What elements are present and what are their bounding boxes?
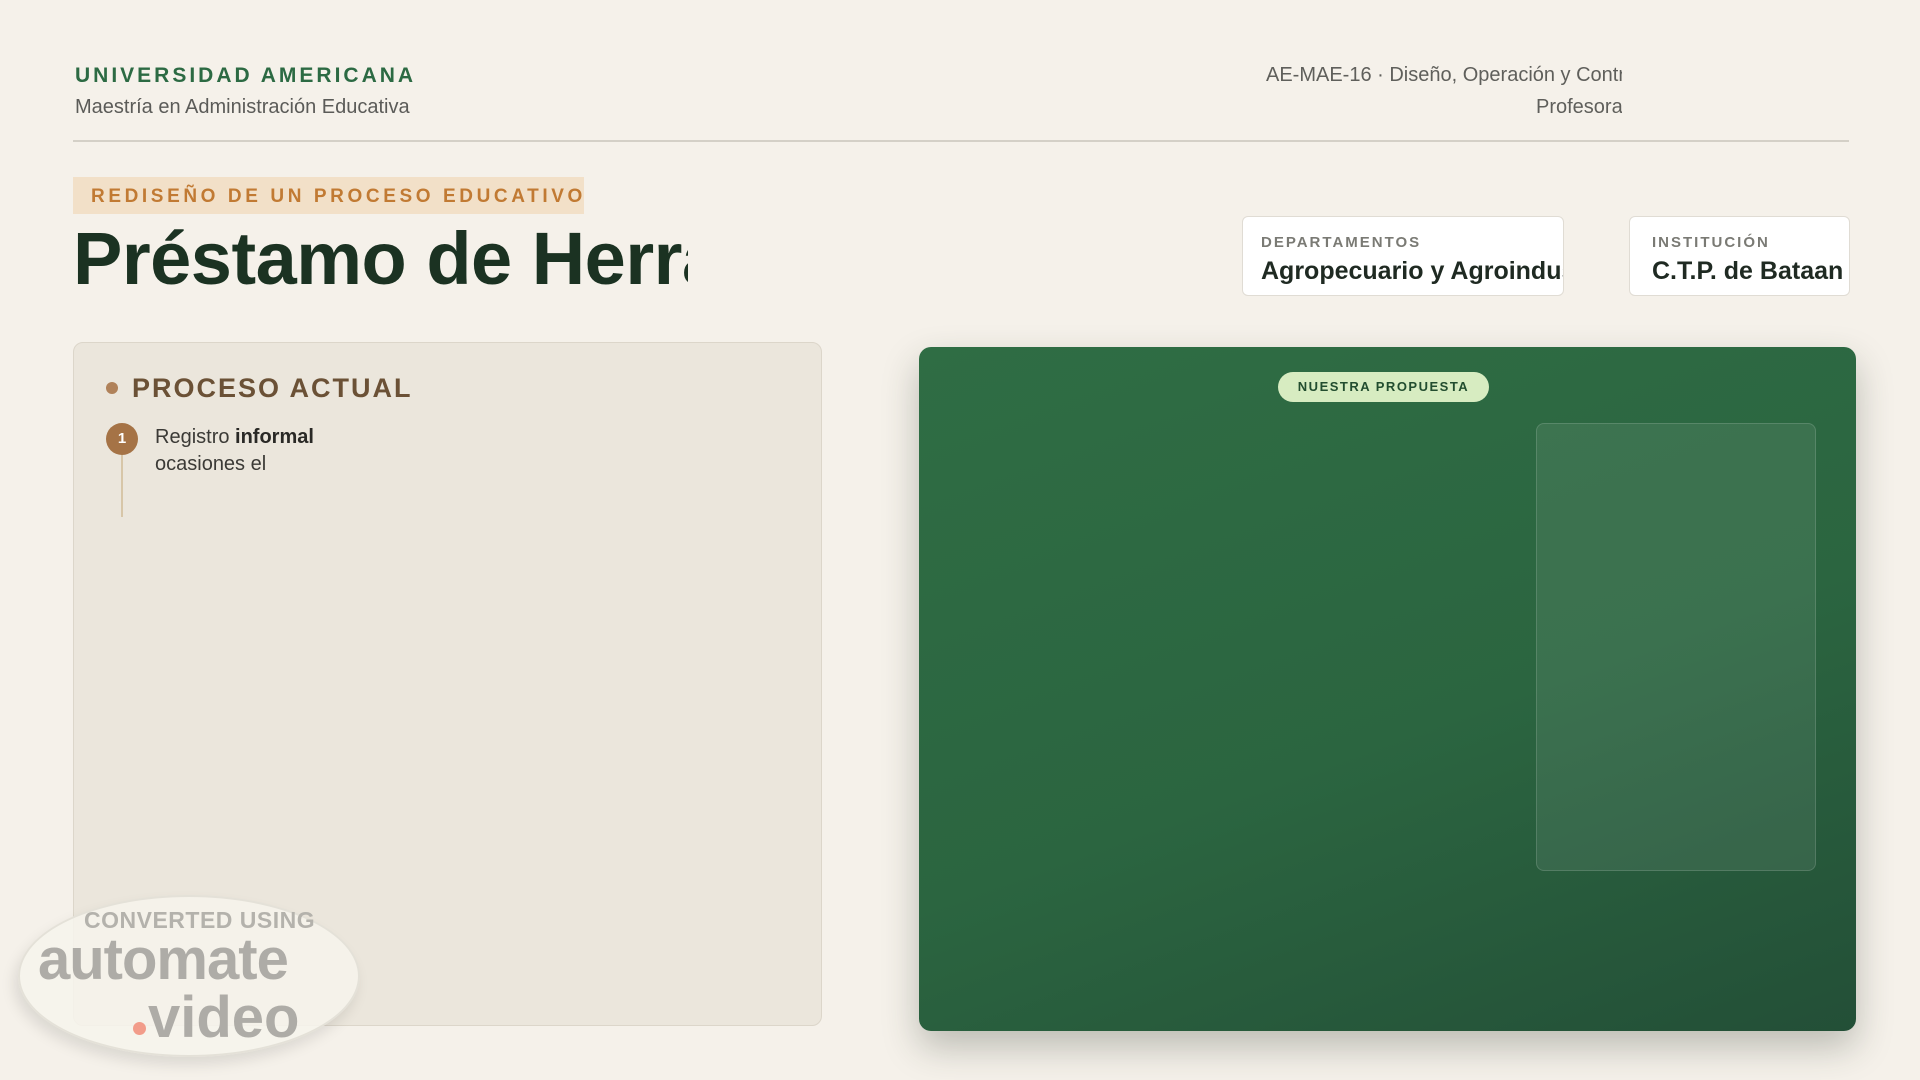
step-connector-line — [121, 455, 123, 517]
program-name: Maestría en Administración Educativa — [75, 96, 410, 118]
section-kicker: REDISEÑO DE UN PROCESO EDUCATIVO — [73, 177, 584, 214]
proposal-inner-panel — [1536, 423, 1816, 871]
watermark-dot-icon — [133, 1022, 146, 1035]
step-number-badge: 1 — [106, 423, 138, 455]
current-process-title: PROCESO ACTUAL — [132, 373, 413, 403]
header-divider — [73, 140, 1849, 142]
step-description: Registro informal ocasiones el equipo — [155, 424, 316, 480]
proposal-badge: NUESTRA PROPUESTA — [1278, 372, 1489, 402]
course-code: AE-MAE-16 · Diseño, Operación y Control — [1266, 64, 1622, 86]
watermark-video-text: video — [148, 985, 300, 1050]
departments-card: DEPARTAMENTOS Agropecuario y Agroindustr… — [1242, 216, 1564, 296]
step-text-prefix: Registro — [155, 426, 236, 448]
departments-label: DEPARTAMENTOS — [1261, 234, 1422, 251]
departments-value: Agropecuario y Agroindustria — [1261, 257, 1563, 285]
professor-label: Profesora — [1536, 96, 1622, 118]
page-title: Préstamo de Herramientas — [73, 217, 688, 300]
institution-label: INSTITUCIÓN — [1652, 234, 1770, 251]
step-text-bold: informal — [235, 426, 314, 448]
university-name: UNIVERSIDAD AMERICANA — [75, 64, 417, 87]
step-text-rest: ocasiones el equipo — [155, 453, 267, 475]
watermark-automate-text: automate — [38, 927, 289, 992]
institution-value: C.T.P. de Bataan — [1652, 257, 1844, 285]
bullet-dot-icon — [106, 382, 118, 394]
institution-card: INSTITUCIÓN C.T.P. de Bataan — [1629, 216, 1850, 296]
kicker-text: REDISEÑO DE UN PROCESO EDUCATIVO — [91, 186, 586, 207]
